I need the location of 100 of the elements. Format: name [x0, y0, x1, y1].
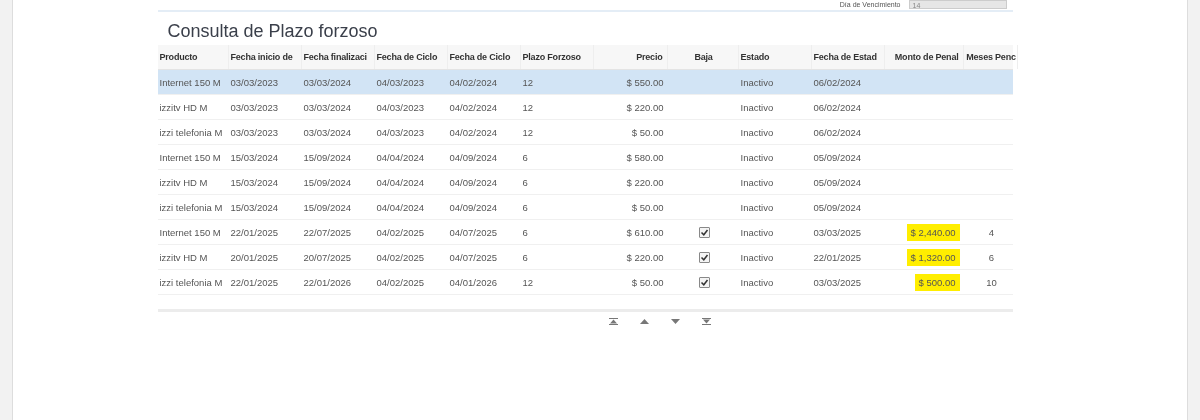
table-cell: Inactivo	[740, 176, 774, 188]
table-cell: izzitv HD M	[159, 176, 208, 188]
table-cell: 6	[522, 151, 528, 163]
column-header[interactable]: Monto de Penal	[884, 45, 964, 69]
table-cell: 03/03/2024	[303, 126, 352, 138]
column-header[interactable]: Precio	[593, 45, 668, 69]
table-cell: 04/03/2023	[376, 101, 425, 113]
table-cell: $ 610.00	[626, 226, 664, 238]
table-cell: 6	[522, 251, 528, 263]
last-page-icon[interactable]	[702, 318, 711, 325]
column-header[interactable]: Fecha de Ciclo	[447, 45, 521, 69]
table-cell: 20/07/2025	[303, 251, 352, 263]
table-cell: 04/02/2025	[376, 226, 425, 238]
table-cell: 04/02/2024	[449, 76, 498, 88]
table-cell: 12	[522, 101, 534, 113]
table-cell: Inactivo	[740, 276, 774, 288]
table-cell: Internet 150 M	[159, 76, 221, 88]
table-cell: 06/02/2024	[813, 101, 862, 113]
table-cell: $ 50.00	[631, 126, 664, 138]
table-cell: 04/07/2025	[449, 226, 498, 238]
checkbox[interactable]	[698, 277, 710, 288]
table-cell: 04/03/2023	[376, 76, 425, 88]
table-cell: $ 1,320.00	[906, 248, 960, 266]
table-cell: 05/09/2024	[813, 151, 862, 163]
table-cell: 22/01/2025	[230, 226, 279, 238]
table-cell: 22/01/2026	[303, 276, 352, 288]
table-row[interactable]: Internet 150 M 03/03/2023 03/03/2024 04/03/2023 04/02/2024 12 $ 550.00 Inactivo 06/02/2024	[157, 70, 1013, 95]
table-cell: Internet 150 M	[159, 226, 221, 238]
table-cell: $ 550.00	[626, 76, 664, 88]
next-page-icon[interactable]	[671, 318, 680, 325]
table-cell: 04/02/2025	[376, 251, 425, 263]
column-header[interactable]: Producto	[157, 45, 229, 69]
table-cell: 20/01/2025	[230, 251, 279, 263]
table-cell: 22/07/2025	[303, 226, 352, 238]
table-cell: 04/02/2024	[449, 126, 498, 138]
table-cell: Inactivo	[740, 126, 774, 138]
table-cell: Inactivo	[740, 101, 774, 113]
column-header[interactable]: Estado	[738, 45, 812, 69]
table-cell: 15/09/2024	[303, 151, 352, 163]
checkbox[interactable]	[698, 227, 710, 238]
page-title: Consulta de Plazo forzoso	[167, 20, 379, 43]
table-cell: $ 50.00	[631, 201, 664, 213]
table-cell: Inactivo	[740, 226, 774, 238]
table-cell: 12	[522, 126, 534, 138]
table-cell: 15/09/2024	[303, 201, 352, 213]
first-page-icon[interactable]	[609, 318, 618, 325]
table-cell: 05/09/2024	[813, 201, 862, 213]
table-cell: $ 500.00	[914, 273, 960, 291]
table-cell: Internet 150 M	[159, 151, 221, 163]
table-cell: 04/02/2024	[449, 101, 498, 113]
table-cell: 6	[988, 251, 995, 263]
table-cell: 4	[988, 226, 995, 238]
table-cell: $ 220.00	[626, 101, 664, 113]
table-cell: izzitv HD M	[159, 251, 208, 263]
table-cell: Inactivo	[740, 151, 774, 163]
table-cell: 05/09/2024	[813, 176, 862, 188]
table-cell: 15/09/2024	[303, 176, 352, 188]
column-header[interactable]: Fecha inicio de	[228, 45, 302, 69]
table-cell: Inactivo	[740, 251, 774, 263]
table-cell: 03/03/2024	[303, 76, 352, 88]
table-cell: 04/04/2024	[376, 201, 425, 213]
column-header[interactable]: Fecha de Estad	[811, 45, 885, 69]
table-cell: izzitv HD M	[159, 101, 208, 113]
table-cell: Inactivo	[740, 76, 774, 88]
column-header[interactable]: Baja	[667, 45, 739, 69]
table-cell: 03/03/2025	[813, 226, 862, 238]
table-cell: 04/09/2024	[449, 201, 498, 213]
table-cell: 22/01/2025	[230, 276, 279, 288]
table-cell: 6	[522, 201, 528, 213]
checkbox[interactable]	[698, 252, 710, 263]
table-cell: 04/01/2026	[449, 276, 498, 288]
table-cell: 04/03/2023	[376, 126, 425, 138]
table-cell: izzi telefonia M	[159, 126, 223, 138]
table-cell: $ 50.00	[631, 276, 664, 288]
table-cell: 04/04/2024	[376, 176, 425, 188]
table-cell: izzi telefonia M	[159, 276, 223, 288]
table-cell: Inactivo	[740, 201, 774, 213]
table-cell: 06/02/2024	[813, 76, 862, 88]
table-cell: 04/02/2025	[376, 276, 425, 288]
column-header[interactable]: Fecha de Ciclo	[374, 45, 448, 69]
table-cell: 06/02/2024	[813, 126, 862, 138]
table-cell: 04/09/2024	[449, 151, 498, 163]
column-header[interactable]: Plazo Forzoso	[520, 45, 594, 69]
table-cell: 22/01/2025	[813, 251, 862, 263]
table-cell: izzi telefonia M	[159, 201, 223, 213]
table-cell: 03/03/2025	[813, 276, 862, 288]
table-cell: 03/03/2023	[230, 126, 279, 138]
table-cell: $ 220.00	[626, 251, 664, 263]
previous-page-icon[interactable]	[640, 318, 649, 325]
table-cell: 03/03/2023	[230, 101, 279, 113]
table-cell: 04/09/2024	[449, 176, 498, 188]
table-cell: 6	[522, 176, 528, 188]
column-header[interactable]: Fecha finalizaci	[301, 45, 375, 69]
table-cell: $ 220.00	[626, 176, 664, 188]
column-header[interactable]: Meses Penc	[963, 45, 1018, 69]
table-cell: 10	[986, 276, 997, 288]
table-cell: 6	[522, 226, 528, 238]
table-cell: 15/03/2024	[230, 176, 279, 188]
table-cell: 15/03/2024	[230, 201, 279, 213]
table-cell: 15/03/2024	[230, 151, 279, 163]
